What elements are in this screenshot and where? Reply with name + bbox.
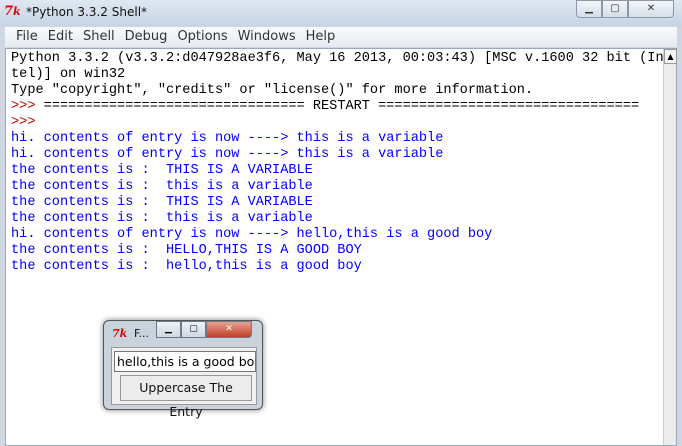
menu-debug[interactable]: Debug xyxy=(120,27,173,47)
shell-line-text: the contents is : HELLO,THIS IS A GOOD B… xyxy=(11,243,362,258)
shell-line: >>> xyxy=(11,115,664,131)
shell-line: hi. contents of entry is now ----> hello… xyxy=(11,227,664,243)
shell-line-text: tel)] on win32 xyxy=(11,67,126,82)
shell-line-text: hi. contents of entry is now ----> this … xyxy=(11,131,444,146)
shell-line-text: the contents is : hello,this is a good b… xyxy=(11,259,362,274)
tk-icon: 7k xyxy=(112,327,128,340)
shell-line: the contents is : THIS IS A VARIABLE xyxy=(11,163,664,179)
menu-bar: File Edit Shell Debug Options Windows Help xyxy=(5,27,677,47)
shell-line: hi. contents of entry is now ----> this … xyxy=(11,131,664,147)
prompt: >>> xyxy=(11,115,44,130)
shell-line-text: the contents is : this is a variable xyxy=(11,211,313,226)
dialog-title: F... xyxy=(134,327,150,340)
shell-line: the contents is : this is a variable xyxy=(11,179,664,195)
dialog-close-button[interactable]: ✕ xyxy=(206,321,252,338)
maximize-button[interactable]: ▢ xyxy=(602,0,628,18)
close-button[interactable]: ✕ xyxy=(628,0,674,18)
menu-file[interactable]: File xyxy=(11,27,43,47)
shell-line: Type "copyright", "credits" or "license(… xyxy=(11,83,664,99)
entry-dialog: 7k F... ▁ ▢ ✕ hello,this is a good boy U… xyxy=(103,320,263,419)
dialog-maximize-button[interactable]: ▢ xyxy=(181,321,206,338)
text-entry[interactable]: hello,this is a good boy xyxy=(114,351,256,372)
shell-line-text: the contents is : THIS IS A VARIABLE xyxy=(11,163,313,178)
shell-line: the contents is : THIS IS A VARIABLE xyxy=(11,195,664,211)
shell-line-text: hi. contents of entry is now ----> hello… xyxy=(11,227,493,242)
prompt: >>> xyxy=(11,99,44,114)
shell-line: tel)] on win32 xyxy=(11,67,664,83)
menu-options[interactable]: Options xyxy=(172,27,232,47)
vertical-scrollbar[interactable]: ▲ xyxy=(663,49,677,445)
shell-line-text: Python 3.3.2 (v3.3.2:d047928ae3f6, May 1… xyxy=(11,51,664,66)
shell-line: >>> ================================ RES… xyxy=(11,99,664,115)
shell-line-text: hi. contents of entry is now ----> this … xyxy=(11,147,444,162)
shell-output: Python 3.3.2 (v3.3.2:d047928ae3f6, May 1… xyxy=(11,51,664,275)
shell-line-text: the contents is : this is a variable xyxy=(11,179,313,194)
dialog-minimize-button[interactable]: ▁ xyxy=(156,321,181,338)
menu-edit[interactable]: Edit xyxy=(43,27,78,47)
shell-line: the contents is : this is a variable xyxy=(11,211,664,227)
scroll-up-button[interactable]: ▲ xyxy=(664,49,677,64)
menu-help[interactable]: Help xyxy=(301,27,341,47)
menu-shell[interactable]: Shell xyxy=(78,27,120,47)
title-bar: 7k *Python 3.3.2 Shell* ▁ ▢ ✕ xyxy=(0,0,682,26)
shell-line: hi. contents of entry is now ----> this … xyxy=(11,147,664,163)
window-title: *Python 3.3.2 Shell* xyxy=(26,5,148,19)
shell-line: Python 3.3.2 (v3.3.2:d047928ae3f6, May 1… xyxy=(11,51,664,67)
uppercase-button[interactable]: Uppercase The Entry xyxy=(120,375,252,419)
minimize-button[interactable]: ▁ xyxy=(576,0,602,18)
shell-line-text: ================================ RESTART… xyxy=(43,99,640,114)
tk-icon: 7k xyxy=(4,4,21,19)
shell-line: the contents is : HELLO,THIS IS A GOOD B… xyxy=(11,243,664,259)
shell-line-text: the contents is : THIS IS A VARIABLE xyxy=(11,195,313,210)
menu-windows[interactable]: Windows xyxy=(233,27,301,47)
shell-line: the contents is : hello,this is a good b… xyxy=(11,259,664,275)
shell-line-text: Type "copyright", "credits" or "license(… xyxy=(11,83,534,98)
